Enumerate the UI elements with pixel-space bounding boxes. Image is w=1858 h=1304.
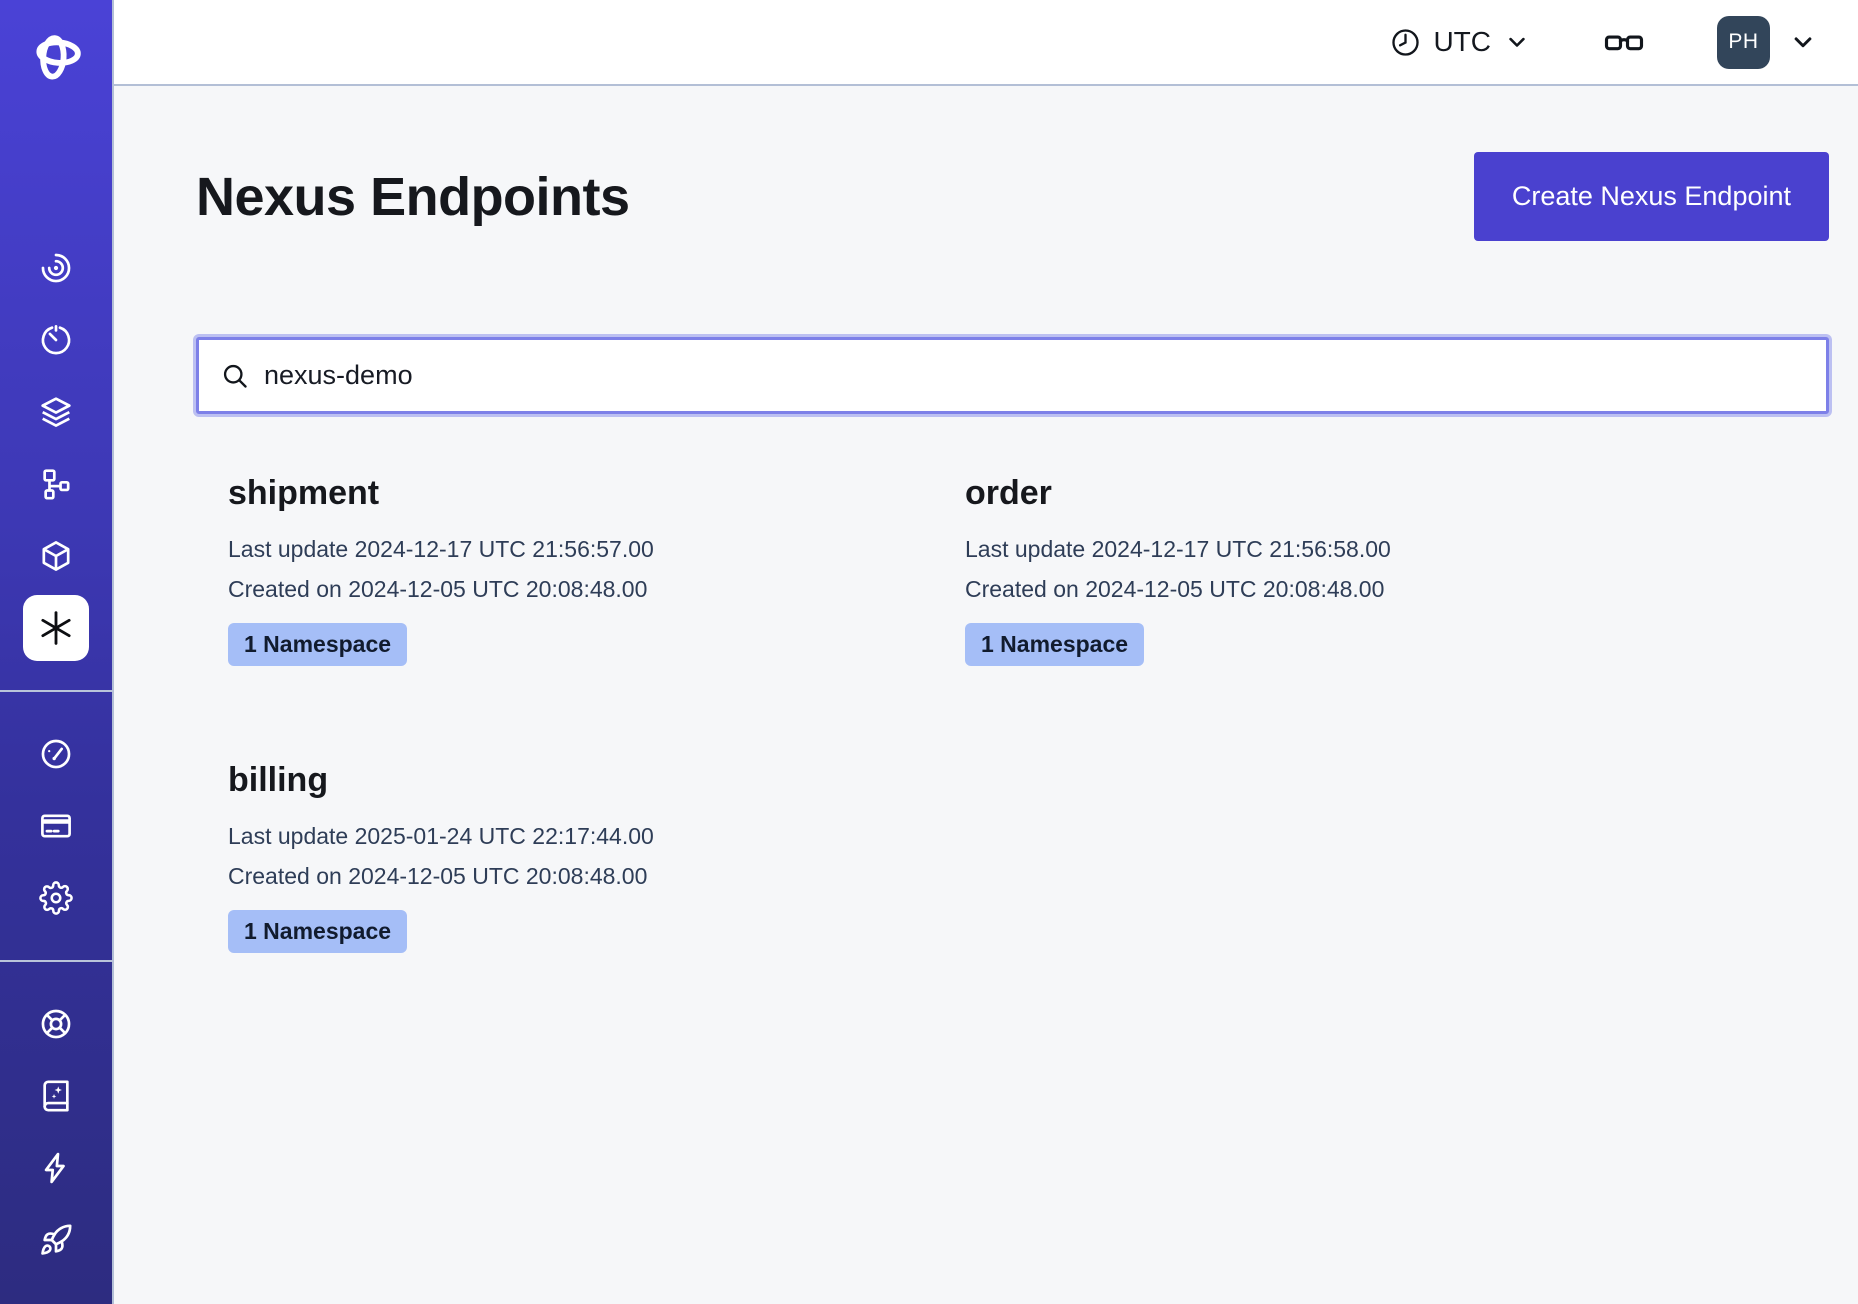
endpoint-card-order[interactable]: order Last update 2024-12-17 UTC 21:56:5… [933,474,1670,666]
sidebar-item-docs[interactable] [0,1060,113,1132]
glasses-icon [1603,21,1645,63]
user-menu[interactable]: PH [1717,16,1818,69]
topbar: UTC PH [114,0,1858,86]
endpoint-created-on: Created on 2024-12-05 UTC 20:08:48.00 [965,569,1670,609]
sidebar-item-namespaces[interactable] [0,232,113,304]
namespace-badge: 1 Namespace [228,623,407,666]
getting-started-rocket-icon [39,1223,73,1257]
sidebar-item-usage[interactable] [0,718,113,790]
search-icon [221,362,249,390]
endpoint-name: shipment [228,474,933,513]
page-title: Nexus Endpoints [196,166,630,228]
endpoint-created-on: Created on 2024-12-05 UTC 20:08:48.00 [228,856,933,896]
nexus-asterisk-icon [36,608,76,648]
sidebar-item-nexus[interactable] [0,592,113,664]
sidebar-item-support[interactable] [0,988,113,1060]
endpoint-created-on: Created on 2024-12-05 UTC 20:08:48.00 [228,569,933,609]
search-input[interactable] [264,360,1804,391]
sidebar-divider [0,960,113,962]
sidebar-item-schedules[interactable] [0,304,113,376]
usage-gauge-icon [39,737,73,771]
main-content: Nexus Endpoints Create Nexus Endpoint sh… [114,86,1858,1304]
chevron-down-icon [1788,27,1818,57]
endpoint-name: billing [228,761,933,800]
deployment-tree-icon [39,467,73,501]
quickstart-lightning-icon [39,1151,73,1185]
support-lifebuoy-icon [39,1007,73,1041]
timezone-selector[interactable]: UTC [1390,26,1531,58]
sidebar-nav-account [0,718,113,934]
sidebar-item-services[interactable] [0,520,113,592]
settings-gear-icon [39,881,73,915]
sidebar-item-deployments[interactable] [0,448,113,520]
endpoint-grid: shipment Last update 2024-12-17 UTC 21:5… [196,474,1829,953]
sidebar-item-settings[interactable] [0,862,113,934]
batch-layers-icon [39,395,73,429]
cube-icon [39,539,73,573]
schedules-timer-icon [39,323,73,357]
sidebar [0,0,114,1304]
endpoint-search [196,337,1829,414]
endpoint-last-update: Last update 2024-12-17 UTC 21:56:58.00 [965,529,1670,569]
namespace-badge: 1 Namespace [228,910,407,953]
sidebar-divider [0,690,113,692]
endpoint-last-update: Last update 2024-12-17 UTC 21:56:57.00 [228,529,933,569]
sidebar-nav-primary [0,232,113,664]
sidebar-item-batch[interactable] [0,376,113,448]
temporal-logo[interactable] [30,26,82,84]
avatar: PH [1717,16,1770,69]
endpoint-card-shipment[interactable]: shipment Last update 2024-12-17 UTC 21:5… [196,474,933,666]
app-window: UTC PH Nexus Endpoin [0,0,1858,1304]
chevron-down-icon [1503,28,1531,56]
namespace-badge: 1 Namespace [965,623,1144,666]
sidebar-item-billing[interactable] [0,790,113,862]
sidebar-nav-help [0,988,113,1276]
namespaces-spiral-icon [39,251,73,285]
endpoint-last-update: Last update 2025-01-24 UTC 22:17:44.00 [228,816,933,856]
create-nexus-endpoint-button[interactable]: Create Nexus Endpoint [1474,152,1829,241]
endpoint-card-billing[interactable]: billing Last update 2025-01-24 UTC 22:17… [196,761,933,953]
endpoint-name: order [965,474,1670,513]
billing-card-icon [39,809,73,843]
active-nav-highlight [23,595,89,661]
sidebar-item-quickstart[interactable] [0,1132,113,1204]
clock-icon [1390,27,1421,58]
labs-mode-toggle[interactable] [1603,21,1645,63]
timezone-label: UTC [1433,26,1491,58]
docs-book-icon [39,1079,73,1113]
sidebar-item-getting-started[interactable] [0,1204,113,1276]
